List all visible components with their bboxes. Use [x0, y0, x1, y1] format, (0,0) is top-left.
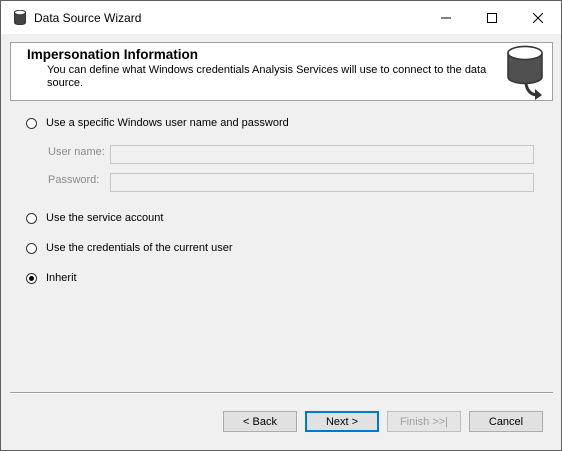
close-icon [533, 12, 543, 23]
wizard-window: Data Source Wizard Impersonation Informa… [0, 0, 562, 451]
user-name-field[interactable] [110, 145, 534, 164]
minimize-icon [441, 17, 451, 18]
footer-divider [10, 392, 553, 394]
radio-button[interactable] [26, 242, 37, 254]
radio-service-account[interactable]: Use the service account [26, 212, 163, 224]
password-field[interactable] [110, 173, 534, 192]
radio-label: Use the credentials of the current user [46, 242, 233, 254]
window-title: Data Source Wizard [34, 11, 142, 25]
page-description: You can define what Windows credentials … [47, 64, 487, 89]
title-bar[interactable]: Data Source Wizard [1, 1, 561, 34]
minimize-button[interactable] [423, 1, 469, 34]
next-button[interactable]: Next > [305, 411, 379, 432]
close-button[interactable] [515, 1, 561, 34]
data-source-icon [507, 45, 543, 100]
cancel-button[interactable]: Cancel [469, 411, 543, 432]
maximize-button[interactable] [469, 1, 515, 34]
database-icon [14, 10, 26, 25]
radio-label: Use a specific Windows user name and pas… [46, 117, 289, 129]
radio-button[interactable] [26, 117, 37, 129]
radio-specific-user[interactable]: Use a specific Windows user name and pas… [26, 117, 289, 129]
radio-inherit[interactable]: Inherit [26, 272, 77, 284]
radio-button-selected[interactable] [26, 272, 37, 284]
radio-label: Use the service account [46, 212, 164, 224]
back-button[interactable]: < Back [223, 411, 297, 432]
radio-label: Inherit [46, 272, 77, 284]
maximize-icon [487, 12, 497, 23]
user-name-label: User name: [48, 146, 105, 158]
password-label: Password: [48, 174, 100, 186]
finish-button[interactable]: Finish >>| [387, 411, 461, 432]
radio-button[interactable] [26, 212, 37, 224]
wizard-header: Impersonation Information You can define… [10, 42, 553, 101]
page-title: Impersonation Information [27, 47, 199, 62]
radio-current-user[interactable]: Use the credentials of the current user [26, 242, 232, 254]
